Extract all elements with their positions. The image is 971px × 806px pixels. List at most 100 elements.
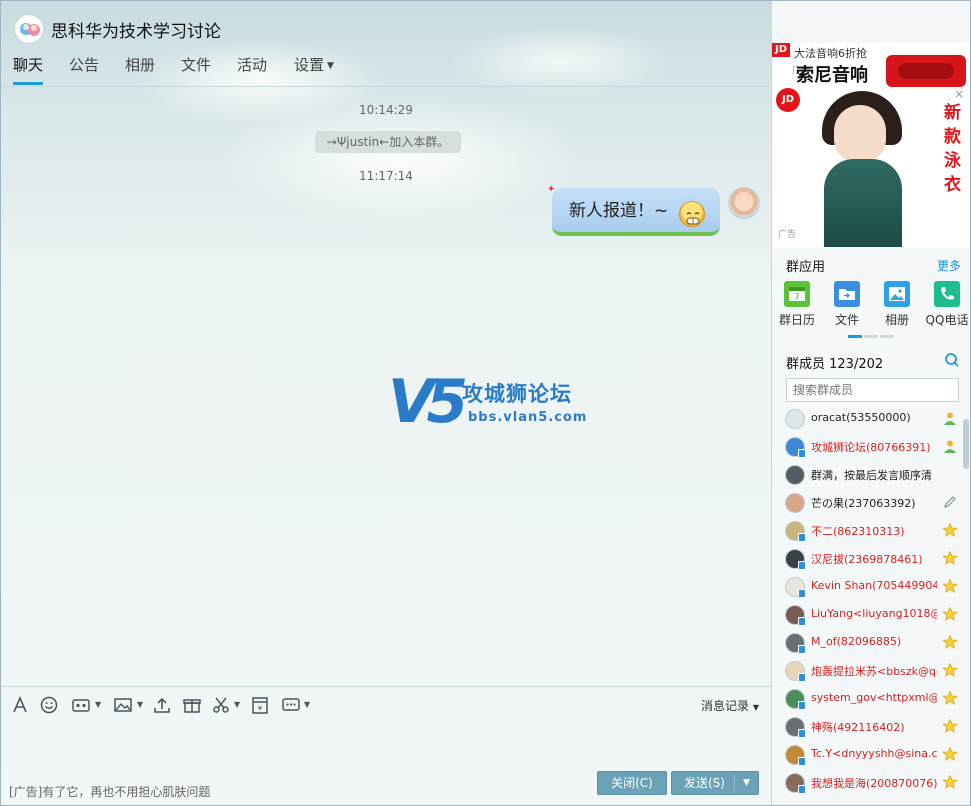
device-badge-icon	[798, 757, 806, 766]
member-list[interactable]: oracat(53550000) 攻城狮论坛(80766391) 群满，按最后发言顺…	[772, 405, 970, 805]
member-name: 不二(862310313)	[811, 525, 905, 538]
member-search-input[interactable]	[786, 378, 959, 402]
message-timestamp: 10:14:29	[359, 103, 413, 117]
ad-model-dress	[824, 159, 902, 247]
admin-icon	[942, 438, 958, 454]
font-icon[interactable]	[10, 695, 30, 715]
tab-files[interactable]: 文件	[181, 53, 211, 85]
star-icon	[942, 718, 958, 734]
app-album[interactable]: 相册	[872, 281, 922, 328]
member-avatar[interactable]	[785, 465, 805, 485]
tab-chat[interactable]: 聊天	[13, 53, 44, 85]
group-apps-more-link[interactable]: 更多	[937, 257, 961, 274]
star-icon	[942, 606, 958, 622]
star-icon	[942, 550, 958, 566]
member-row[interactable]: 芒の果(237063392)	[772, 489, 970, 517]
chat-messages[interactable]: 10:14:29 →Ψjustin←加入本群。 11:17:14 ✦ 新人报道！…	[1, 87, 771, 685]
tab-announcement[interactable]: 公告	[69, 53, 99, 85]
chevron-down-icon[interactable]: ▼	[743, 772, 750, 794]
red-packet-icon[interactable]: ¥	[250, 695, 270, 715]
member-name: 群满，按最后发言顺序清	[811, 469, 932, 482]
star-icon	[942, 774, 958, 790]
member-row[interactable]: Tc.Y<dnyyyshh@sina.com	[772, 741, 970, 769]
send-button[interactable]: 发送(S) ▼	[671, 771, 759, 795]
edit-icon	[942, 494, 958, 510]
member-avatar[interactable]	[785, 409, 805, 429]
app-files[interactable]: 文件	[822, 281, 872, 328]
member-list-scrollbar[interactable]	[963, 419, 969, 469]
app-label: QQ电话	[925, 313, 969, 327]
right-sidebar: JD 大法音响6折抢 广告 索尼音响 JD × 新款泳衣 广告 群应用 更多 7…	[771, 1, 970, 805]
ad-product-name: 索尼音响	[796, 65, 868, 86]
chevron-down-icon[interactable]: ▼	[234, 700, 240, 709]
upload-icon[interactable]	[152, 695, 172, 715]
member-row[interactable]: 我想我是海(200870076)	[772, 769, 970, 797]
chevron-down-icon[interactable]: ▼	[304, 700, 310, 709]
chevron-down-icon[interactable]: ▼	[95, 700, 101, 709]
message-text: 新人报道！~	[569, 201, 669, 221]
group-title: 思科华为技术学习讨论	[51, 22, 221, 42]
member-name: oracat(53550000)	[811, 411, 911, 424]
more-icon[interactable]	[281, 695, 301, 715]
member-name: Kevin Shan(705449904)	[811, 579, 937, 592]
my-message-bubble[interactable]: 新人报道！~	[552, 188, 720, 236]
member-name: 攻城狮论坛(80766391)	[811, 441, 931, 454]
search-icon[interactable]	[944, 352, 960, 368]
speaker-image	[886, 55, 966, 87]
member-avatar[interactable]	[785, 493, 805, 513]
folder-icon	[834, 281, 860, 307]
member-name: M_of(82096885)	[811, 635, 902, 648]
ad-banner[interactable]: JD 大法音响6折抢 广告 索尼音响 JD × 新款泳衣 广告	[772, 43, 970, 247]
member-row[interactable]: LiuYang<liuyang1018@live	[772, 601, 970, 629]
member-row[interactable]: oracat(53550000)	[772, 405, 970, 433]
image-icon[interactable]	[113, 695, 133, 715]
pager-dot[interactable]	[864, 335, 878, 338]
chat-header: 思科华为技术学习讨论 聊天 公告 相册 文件 活动 设置 ▼	[1, 1, 771, 87]
my-avatar[interactable]	[728, 187, 760, 219]
pager-dot[interactable]	[848, 335, 862, 338]
member-name: system_gov<httpxml@qq.com	[811, 691, 937, 704]
chevron-down-icon: ▼	[752, 703, 759, 712]
member-row[interactable]: 汉尼拔(2369878461)	[772, 545, 970, 573]
gift-icon[interactable]	[182, 695, 202, 715]
ad-close-icon[interactable]: ×	[954, 87, 964, 101]
member-row[interactable]: M_of(82096885)	[772, 629, 970, 657]
screenshot-icon[interactable]	[211, 695, 231, 715]
jd-logo-round: JD	[776, 88, 800, 112]
watermark-title: 攻城狮论坛	[462, 382, 572, 406]
star-icon	[942, 662, 958, 678]
jd-logo: JD	[772, 43, 790, 57]
tab-album[interactable]: 相册	[125, 53, 155, 85]
tab-activity[interactable]: 活动	[237, 53, 267, 85]
member-row[interactable]: 神殇(492116402)	[772, 713, 970, 741]
ad-promo-text: 大法音响6折抢	[794, 47, 867, 60]
system-message: →Ψjustin←加入本群。	[315, 131, 461, 153]
app-qq-phone[interactable]: QQ电话	[922, 281, 970, 328]
member-row[interactable]: 不二(862310313)	[772, 517, 970, 545]
emoji-icon[interactable]	[39, 695, 59, 715]
pager-dot[interactable]	[880, 335, 894, 338]
member-name: LiuYang<liuyang1018@live	[811, 607, 937, 620]
star-icon	[942, 746, 958, 762]
phone-icon	[934, 281, 960, 307]
member-row[interactable]: 群满，按最后发言顺序清	[772, 461, 970, 489]
member-row[interactable]: 炮轰提拉米苏<bbszk@qq	[772, 657, 970, 685]
grin-emoji-icon	[679, 201, 705, 227]
group-avatar[interactable]	[14, 14, 44, 44]
device-badge-icon	[798, 449, 806, 458]
photo-icon	[884, 281, 910, 307]
footer-ad-text[interactable]: [广告]有了它，再也不用担心肌肤问题	[9, 783, 210, 800]
message-history-button[interactable]: 消息记录 ▼	[701, 697, 759, 714]
star-icon	[942, 578, 958, 594]
member-row[interactable]: system_gov<httpxml@qq.com	[772, 685, 970, 713]
gif-icon[interactable]	[71, 695, 91, 715]
chevron-down-icon[interactable]: ▼	[137, 700, 143, 709]
tab-settings[interactable]: 设置 ▼	[294, 53, 334, 85]
message-history-label: 消息记录	[701, 699, 750, 713]
member-row[interactable]: Kevin Shan(705449904)	[772, 573, 970, 601]
app-calendar[interactable]: 7 群日历	[772, 281, 822, 328]
chevron-down-icon: ▼	[327, 60, 334, 71]
member-row[interactable]: 攻城狮论坛(80766391)	[772, 433, 970, 461]
star-icon	[942, 634, 958, 650]
close-button[interactable]: 关闭(C)	[597, 771, 667, 795]
